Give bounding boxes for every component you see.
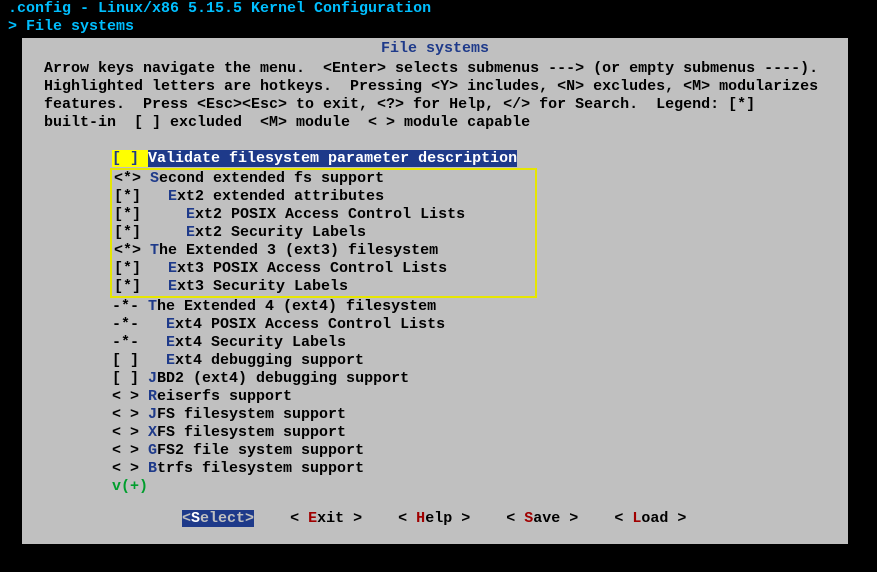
menu-item[interactable]: < > GFS2 file system support xyxy=(44,442,826,460)
menu-item[interactable]: < > XFS filesystem support xyxy=(44,424,826,442)
menu-item-hotkey: V xyxy=(148,150,157,167)
dialog-instructions: Arrow keys navigate the menu. <Enter> se… xyxy=(22,58,848,134)
menuconfig-dialog: File systems Arrow keys navigate the men… xyxy=(20,36,850,546)
menu-item[interactable]: [*] Ext2 POSIX Access Control Lists xyxy=(112,206,535,224)
menu-item-label: alidate filesystem parameter description xyxy=(157,150,517,167)
menu-item[interactable]: [*] Ext2 Security Labels xyxy=(112,224,535,242)
menu-item[interactable]: < > Btrfs filesystem support xyxy=(44,460,826,478)
exit-button[interactable]: < Exit > xyxy=(290,510,362,527)
help-button[interactable]: < Help > xyxy=(398,510,470,527)
menu-item[interactable]: [*] Ext3 Security Labels xyxy=(112,278,535,296)
menu-item[interactable]: [*] Ext2 extended attributes xyxy=(112,188,535,206)
dialog-title: File systems xyxy=(22,38,848,58)
menu-item[interactable]: < > JFS filesystem support xyxy=(44,406,826,424)
highlight-box: <*> Second extended fs support [*] Ext2 … xyxy=(110,168,537,298)
select-button[interactable]: <Select> xyxy=(182,510,254,527)
menu-item[interactable]: [*] Ext3 POSIX Access Control Lists xyxy=(112,260,535,278)
menu-list[interactable]: [ ] Validate filesystem parameter descri… xyxy=(44,150,826,496)
menu-item[interactable]: -*- Ext4 Security Labels xyxy=(44,334,826,352)
menu-item[interactable]: [ ] Ext4 debugging support xyxy=(44,352,826,370)
menu-item-prefix: [ ] xyxy=(112,150,148,167)
menu-item[interactable]: -*- Ext4 POSIX Access Control Lists xyxy=(44,316,826,334)
menu-item[interactable]: < > Reiserfs support xyxy=(44,388,826,406)
scroll-indicator: v(+) xyxy=(44,478,826,496)
menu-item-selected[interactable]: [ ] Validate filesystem parameter descri… xyxy=(112,150,517,168)
config-header-line2: > File systems xyxy=(0,18,877,36)
save-button[interactable]: < Save > xyxy=(506,510,578,527)
button-bar: <Select> < Exit > < Help > < Save > < Lo… xyxy=(22,510,848,528)
load-button[interactable]: < Load > xyxy=(614,510,686,527)
menu-item[interactable]: <*> The Extended 3 (ext3) filesystem xyxy=(112,242,535,260)
menu-item[interactable]: -*- The Extended 4 (ext4) filesystem xyxy=(44,298,826,316)
menu-item[interactable]: [ ] JBD2 (ext4) debugging support xyxy=(44,370,826,388)
menu-item[interactable]: <*> Second extended fs support xyxy=(112,170,535,188)
config-header-line1: .config - Linux/x86 5.15.5 Kernel Config… xyxy=(0,0,877,18)
